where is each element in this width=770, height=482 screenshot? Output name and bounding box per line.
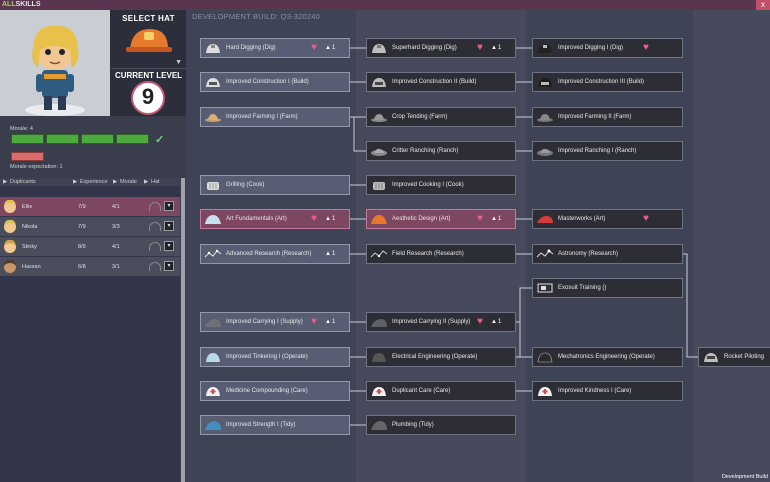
- skill-duplicant-care[interactable]: Duplicant Care (Care): [366, 381, 516, 401]
- operate-hat-icon: [206, 353, 220, 362]
- skill-improved-carrying-2[interactable]: Improved Carrying II (Supply) ♥ ▲ 1: [366, 312, 516, 332]
- art-hat-icon: [371, 215, 387, 224]
- hand-icon: ▲: [325, 45, 331, 51]
- chef-hat-icon: [373, 182, 385, 190]
- ranching-hat-icon: [537, 148, 553, 156]
- research-icon: [370, 250, 388, 258]
- supply-hat-icon: [371, 319, 387, 327]
- farming-hat-icon: [371, 114, 387, 122]
- care-hat-icon: [372, 387, 386, 396]
- hand-icon: ▲: [325, 216, 331, 222]
- skill-improved-construction-1[interactable]: Improved Construction I (Build): [200, 72, 350, 92]
- skill-improved-construction-2[interactable]: Improved Construction II (Build): [366, 72, 516, 92]
- tidy-hat-icon: [205, 421, 221, 430]
- hand-icon: ▲: [491, 216, 497, 222]
- morale-heart-icon: ♥: [477, 42, 483, 53]
- hand-icon: ▲: [491, 319, 497, 325]
- skill-improved-kindness-1[interactable]: Improved Kindness I (Care): [532, 381, 683, 401]
- skill-field-research[interactable]: Field Research (Research): [366, 244, 516, 264]
- construction-hat-icon: [206, 78, 220, 87]
- art-hat-icon: [537, 215, 553, 223]
- skill-masterworks[interactable]: Masterworks (Art) ♥: [532, 209, 683, 229]
- ranching-hat-icon: [371, 148, 387, 156]
- skill-astronomy[interactable]: Astronomy (Research): [532, 244, 683, 264]
- skill-plumbing[interactable]: Plumbing (Tidy): [366, 415, 516, 435]
- morale-heart-icon: ♥: [643, 42, 649, 53]
- digging-hat-icon: [206, 44, 220, 53]
- skill-art-fundamentals[interactable]: Art Fundamentals (Art) ♥ ▲ 1: [200, 209, 350, 229]
- skill-superhard-digging[interactable]: Superhard Digging (Dig) ♥ ▲ 1: [366, 38, 516, 58]
- skill-electrical-engineering[interactable]: Electrical Engineering (Operate): [366, 347, 516, 367]
- morale-heart-icon: ♥: [643, 213, 649, 224]
- hand-icon: ▲: [491, 45, 497, 51]
- farming-hat-icon: [205, 114, 221, 122]
- supply-hat-icon: [205, 319, 221, 327]
- morale-heart-icon: ♥: [311, 316, 317, 327]
- morale-heart-icon: ♥: [477, 316, 483, 327]
- care-hat-icon: [206, 387, 220, 396]
- farming-hat-icon: [537, 114, 553, 122]
- skill-exosuit-training[interactable]: Exosuit Training (): [532, 278, 683, 298]
- skill-improved-ranching-1[interactable]: Improved Ranching I (Ranch): [532, 141, 683, 161]
- dev-build-footer: Development Build: [721, 474, 768, 480]
- skill-advanced-research[interactable]: Advanced Research (Research) ▲ 1: [200, 244, 350, 264]
- construction-hat-icon: [372, 78, 386, 87]
- tidy-hat-icon: [371, 421, 387, 430]
- exosuit-icon: [537, 283, 553, 293]
- digging-hat-icon: [372, 44, 386, 53]
- skill-improved-carrying-1[interactable]: Improved Carrying I (Supply) ♥ ▲ 1: [200, 312, 350, 332]
- skill-improved-strength-1[interactable]: Improved Strength I (Tidy): [200, 415, 350, 435]
- hand-icon: ▲: [325, 251, 331, 257]
- construction-hat-icon: [538, 78, 552, 87]
- morale-heart-icon: ♥: [477, 213, 483, 224]
- morale-heart-icon: ♥: [311, 42, 317, 53]
- art-hat-icon: [205, 215, 221, 224]
- chef-hat-icon: [207, 182, 219, 190]
- research-icon: [536, 249, 554, 258]
- operate-hat-icon: [537, 352, 553, 363]
- skill-improved-digging-1[interactable]: Improved Digging I (Dig) ♥: [532, 38, 683, 58]
- skill-grilling[interactable]: Grilling (Cook): [200, 175, 350, 195]
- skill-improved-cooking-1[interactable]: Improved Cooking I (Cook): [366, 175, 516, 195]
- skill-hard-digging[interactable]: Hard Digging (Dig) ♥ ▲ 1: [200, 38, 350, 58]
- skill-rocket-piloting[interactable]: Rocket Piloting: [698, 347, 770, 367]
- hand-icon: ▲: [325, 319, 331, 325]
- skill-mechatronics-engineering[interactable]: Mechatronics Engineering (Operate): [532, 347, 683, 367]
- skill-improved-tinkering-1[interactable]: Improved Tinkering I (Operate): [200, 347, 350, 367]
- digging-hat-icon: [538, 44, 552, 53]
- skill-aesthetic-design[interactable]: Aesthetic Design (Art) ♥ ▲ 1: [366, 209, 516, 229]
- research-icon: [204, 249, 222, 258]
- skill-critter-ranching[interactable]: Critter Ranching (Ranch): [366, 141, 516, 161]
- skill-improved-farming-2[interactable]: Improved Farming II (Farm): [532, 107, 683, 127]
- pilot-hat-icon: [704, 353, 718, 362]
- care-hat-icon: [538, 387, 552, 396]
- skill-crop-tending[interactable]: Crop Tending (Farm): [366, 107, 516, 127]
- skill-improved-farming-1[interactable]: Improved Farming I (Farm): [200, 107, 350, 127]
- skill-medicine-compounding[interactable]: Medicine Compounding (Care): [200, 381, 350, 401]
- morale-heart-icon: ♥: [311, 213, 317, 224]
- skill-improved-construction-3[interactable]: Improved Construction III (Build): [532, 72, 683, 92]
- operate-hat-icon: [372, 353, 386, 362]
